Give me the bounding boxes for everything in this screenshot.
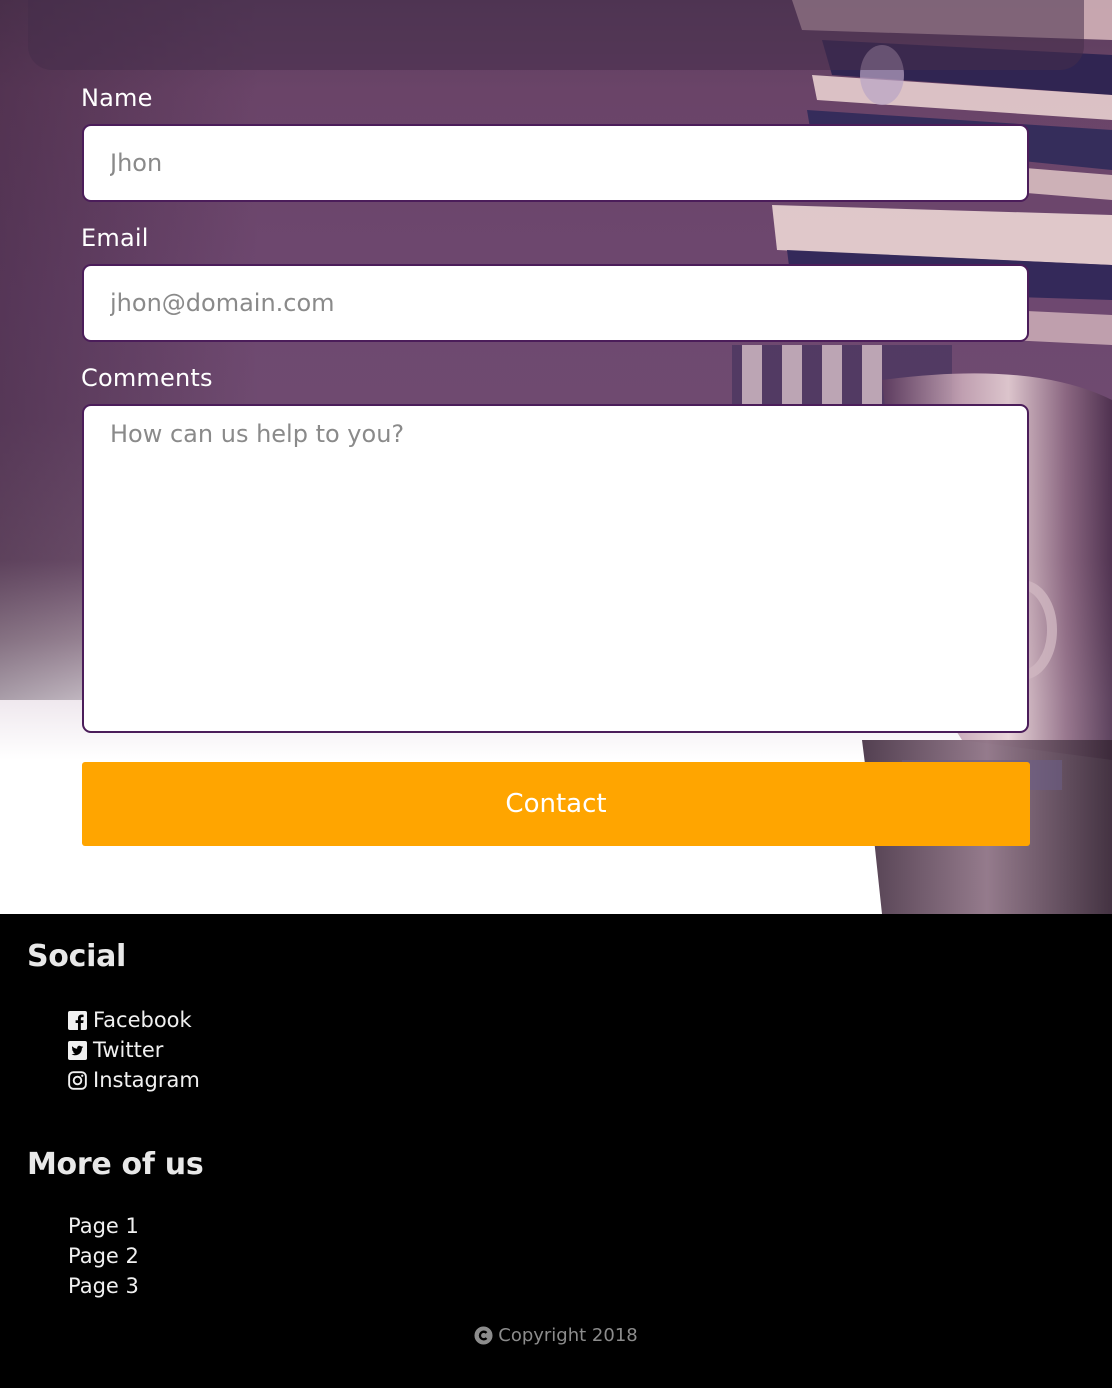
copyright-text: Copyright 2018 (498, 1325, 638, 1346)
copyright: Copyright 2018 (0, 1325, 1112, 1346)
more-of-us-heading: More of us (27, 1147, 204, 1182)
page-link-2[interactable]: Page 2 (68, 1241, 139, 1271)
social-link-facebook[interactable]: Facebook (68, 1005, 200, 1035)
footer: Social Facebook Twitter Instagram More o… (0, 914, 1112, 1388)
name-input[interactable] (82, 124, 1029, 202)
instagram-icon (68, 1070, 87, 1090)
pages-list: Page 1 Page 2 Page 3 (68, 1211, 139, 1301)
social-link-label[interactable]: Instagram (93, 1068, 200, 1092)
contact-section: Name Email Comments Contact (0, 0, 1112, 914)
name-label: Name (81, 84, 153, 112)
comments-label: Comments (81, 364, 213, 392)
social-links-list: Facebook Twitter Instagram (68, 1005, 200, 1095)
twitter-square-icon (68, 1040, 87, 1060)
copyright-icon (474, 1326, 493, 1345)
comments-textarea[interactable] (82, 404, 1029, 733)
social-link-twitter[interactable]: Twitter (68, 1035, 200, 1065)
page-link-label[interactable]: Page 2 (68, 1244, 139, 1268)
email-input[interactable] (82, 264, 1029, 342)
page-link-label[interactable]: Page 1 (68, 1214, 139, 1238)
page-link-3[interactable]: Page 3 (68, 1271, 139, 1301)
page-link-1[interactable]: Page 1 (68, 1211, 139, 1241)
email-label: Email (81, 224, 149, 252)
social-link-label[interactable]: Twitter (93, 1038, 163, 1062)
contact-button[interactable]: Contact (82, 762, 1030, 846)
facebook-square-icon (68, 1010, 87, 1030)
page-link-label[interactable]: Page 3 (68, 1274, 139, 1298)
header-card (28, 0, 1084, 70)
social-heading: Social (27, 939, 127, 974)
social-link-instagram[interactable]: Instagram (68, 1065, 200, 1095)
social-link-label[interactable]: Facebook (93, 1008, 192, 1032)
